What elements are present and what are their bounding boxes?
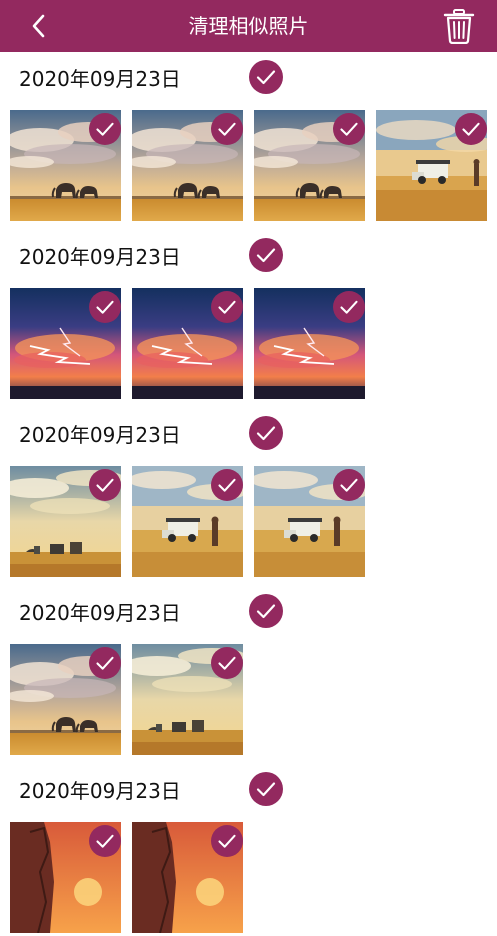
photo-thumbnail[interactable] — [132, 822, 243, 933]
photo-group: 2020年09月23日 — [0, 52, 497, 224]
checkmark-icon — [256, 248, 276, 263]
checkmark-icon — [96, 122, 114, 136]
checkmark-icon — [256, 604, 276, 619]
photo-thumbnail[interactable] — [132, 466, 243, 577]
checkmark-icon — [218, 300, 236, 314]
photo-select-checkbox[interactable] — [333, 113, 365, 145]
checkmark-icon — [218, 656, 236, 670]
photo-group: 2020年09月23日 — [0, 764, 497, 936]
top-navigation-bar: 清理相似照片 — [0, 0, 497, 52]
group-date: 2020年09月23日 — [19, 779, 181, 803]
checkmark-icon — [462, 122, 480, 136]
page-title: 清理相似照片 — [188, 14, 309, 38]
photo-thumbnail[interactable] — [132, 288, 243, 399]
photo-select-checkbox[interactable] — [89, 113, 121, 145]
group-date: 2020年09月23日 — [19, 245, 181, 269]
photo-group: 2020年09月23日 — [0, 230, 497, 402]
photo-thumbnail[interactable] — [10, 822, 121, 933]
checkmark-icon — [340, 122, 358, 136]
photo-select-checkbox[interactable] — [333, 291, 365, 323]
photo-thumbnail[interactable] — [10, 644, 121, 755]
photo-group: 2020年09月23日 — [0, 586, 497, 758]
photo-select-checkbox[interactable] — [333, 469, 365, 501]
photo-thumbnail[interactable] — [376, 110, 487, 221]
checkmark-icon — [96, 300, 114, 314]
photo-select-checkbox[interactable] — [89, 647, 121, 679]
checkmark-icon — [340, 300, 358, 314]
photo-select-checkbox[interactable] — [89, 825, 121, 857]
photo-select-checkbox[interactable] — [211, 291, 243, 323]
delete-button[interactable] — [442, 8, 476, 45]
photo-thumbnail[interactable] — [132, 644, 243, 755]
photo-thumbnail[interactable] — [10, 110, 121, 221]
photo-select-checkbox[interactable] — [455, 113, 487, 145]
photo-thumbnail[interactable] — [254, 288, 365, 399]
group-date: 2020年09月23日 — [19, 423, 181, 447]
group-date: 2020年09月23日 — [19, 67, 181, 91]
photo-select-checkbox[interactable] — [211, 825, 243, 857]
group-date: 2020年09月23日 — [19, 601, 181, 625]
photo-select-checkbox[interactable] — [211, 113, 243, 145]
photo-thumbnail[interactable] — [132, 110, 243, 221]
photo-thumbnail[interactable] — [10, 466, 121, 577]
photo-select-checkbox[interactable] — [211, 647, 243, 679]
checkmark-icon — [218, 122, 236, 136]
photo-thumbnail[interactable] — [10, 288, 121, 399]
photo-thumbnail[interactable] — [254, 110, 365, 221]
group-select-checkbox[interactable] — [249, 772, 283, 806]
checkmark-icon — [96, 656, 114, 670]
checkmark-icon — [218, 478, 236, 492]
checkmark-icon — [96, 834, 114, 848]
checkmark-icon — [256, 782, 276, 797]
group-select-checkbox[interactable] — [249, 594, 283, 628]
group-select-checkbox[interactable] — [249, 416, 283, 450]
photo-group: 2020年09月23日 — [0, 408, 497, 580]
checkmark-icon — [256, 426, 276, 441]
checkmark-icon — [218, 834, 236, 848]
checkmark-icon — [96, 478, 114, 492]
group-select-checkbox[interactable] — [249, 60, 283, 94]
photo-thumbnail[interactable] — [254, 466, 365, 577]
checkmark-icon — [340, 478, 358, 492]
group-select-checkbox[interactable] — [249, 238, 283, 272]
photo-select-checkbox[interactable] — [89, 469, 121, 501]
trash-icon — [443, 9, 475, 45]
photo-select-checkbox[interactable] — [211, 469, 243, 501]
checkmark-icon — [256, 70, 276, 85]
photo-select-checkbox[interactable] — [89, 291, 121, 323]
